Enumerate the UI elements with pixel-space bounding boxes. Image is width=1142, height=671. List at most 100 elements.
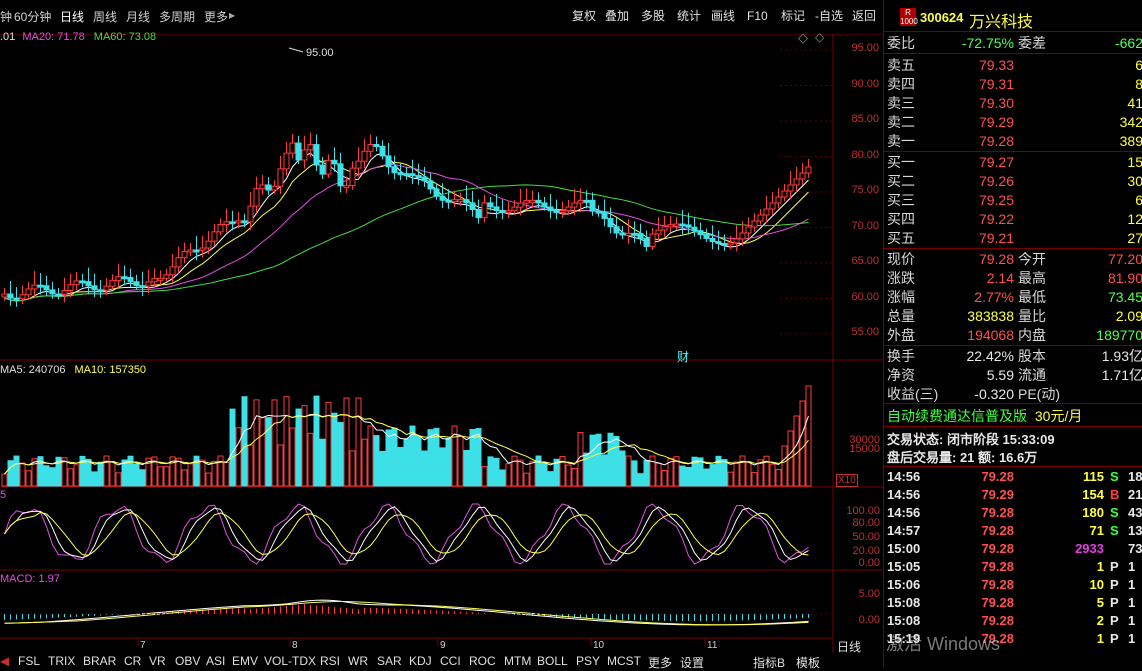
tick-side: S (1110, 469, 1119, 484)
bid-volume: 15 (1127, 154, 1142, 170)
quote-panel: R 1000 300624 万兴科技 委比 -72.75% 委差 -662 卖五 7… (883, 0, 1142, 668)
candle-body (133, 281, 140, 287)
volume-bar (613, 435, 620, 487)
back-button[interactable]: 返回 (852, 6, 876, 26)
candle-body (361, 150, 368, 162)
ask-price: 79.31 (978, 76, 1014, 92)
tick-row[interactable]: 15:05 79.28 1 P 1 (884, 558, 1142, 576)
tab-trix[interactable]: TRIX (48, 654, 75, 668)
fund-value: 22.42% (966, 348, 1014, 364)
watchlist-button[interactable]: -自选 (815, 6, 843, 26)
period-weekly[interactable]: 周线 (93, 8, 117, 25)
candle-body (553, 210, 560, 214)
tick-row[interactable]: 15:06 79.28 10 P 1 (884, 576, 1142, 594)
tab-sar[interactable]: SAR (377, 654, 402, 668)
fund-label: PE(动) (1018, 386, 1060, 402)
candle-body (805, 166, 812, 174)
tab-kdj[interactable]: KDJ (409, 654, 432, 668)
candle-body (433, 188, 440, 197)
tab-cr[interactable]: CR (124, 654, 141, 668)
candle-body (397, 172, 404, 176)
tab-vol-tdx[interactable]: VOL-TDX (264, 654, 316, 668)
tab-boll[interactable]: BOLL (537, 654, 568, 668)
candle-body (691, 226, 698, 232)
volume-bar (469, 428, 476, 487)
tab-psy[interactable]: PSY (576, 654, 600, 668)
finance-badge[interactable]: 财 (677, 348, 689, 365)
subscription-ad[interactable]: 自动续费通达信普及版 30元/月 (887, 406, 1082, 426)
ad-price[interactable]: 30元/月 (1035, 408, 1082, 424)
tab-settings[interactable]: 设置 (680, 654, 704, 671)
candle-body (307, 144, 314, 151)
tick-row[interactable]: 14:56 79.29 154 B 21 (884, 486, 1142, 504)
tab-fragment-icon[interactable]: ◀ (0, 654, 9, 668)
tab-obv[interactable]: OBV (175, 654, 200, 668)
overlay-button[interactable]: 叠加 (605, 6, 629, 26)
volume-bar (727, 471, 734, 487)
bid-price: 79.22 (978, 211, 1014, 227)
stat-label: 最低 (1018, 289, 1046, 305)
period-60min[interactable]: 60分钟 (14, 8, 51, 25)
kline-chart-area[interactable] (0, 34, 883, 653)
more-arrow-icon[interactable]: ▸ (229, 8, 235, 22)
tick-row[interactable]: 14:57 79.28 71 S 13 (884, 522, 1142, 540)
tick-row[interactable]: 15:08 79.28 2 P 1 (884, 612, 1142, 630)
order-diff-label: 委差 (1018, 35, 1046, 51)
candle-body (787, 184, 794, 192)
period-daily[interactable]: 日线 (60, 8, 84, 25)
tick-row[interactable]: 15:08 79.28 5 P 1 (884, 594, 1142, 612)
tab-emv[interactable]: EMV (232, 654, 258, 668)
tick-row[interactable]: 14:56 79.28 180 S 43 (884, 504, 1142, 522)
tab-brar[interactable]: BRAR (83, 654, 116, 668)
indicator-tabs: ◀ FSL TRIX BRAR CR VR OBV ASI EMV VOL-TD… (0, 653, 883, 671)
tick-extra: 1 (1128, 631, 1136, 646)
tab-indicator-b[interactable]: 指标B (753, 654, 785, 671)
volume-bar (781, 445, 788, 487)
tab-asi[interactable]: ASI (206, 654, 225, 668)
tick-row[interactable]: 15:00 79.28 2933 734 (884, 540, 1142, 558)
vol-ma5-label: MA5: 240706 (0, 364, 66, 376)
multi-stock-button[interactable]: 多股 (641, 6, 665, 26)
tick-row[interactable]: 14:56 79.28 115 S 18 (884, 468, 1142, 486)
tab-more[interactable]: 更多 (648, 654, 672, 671)
tick-price: 79.28 (981, 505, 1014, 520)
tab-mtm[interactable]: MTM (504, 654, 531, 668)
ma60-label: MA60: 73.08 (93, 31, 157, 43)
candle-body (301, 149, 308, 161)
volume-bar (283, 396, 290, 487)
tab-roc[interactable]: ROC (469, 654, 496, 668)
volume-bar (769, 463, 776, 487)
volume-bar (127, 455, 134, 487)
tab-wr[interactable]: WR (348, 654, 368, 668)
period-fragment[interactable]: 钟 (0, 8, 12, 25)
adjust-button[interactable]: 复权 (572, 6, 596, 26)
tab-mcst[interactable]: MCST (607, 654, 641, 668)
volume-bar (685, 466, 692, 487)
tab-vr[interactable]: VR (149, 654, 166, 668)
tab-cci[interactable]: CCI (440, 654, 461, 668)
draw-line-button[interactable]: 画线 (711, 6, 735, 26)
ask-price: 79.30 (978, 95, 1014, 111)
collapse-icon[interactable]: ◇ (815, 30, 824, 44)
tab-template[interactable]: 模板 (796, 654, 820, 671)
candle-body (655, 229, 662, 235)
ma-prefix: .01 (0, 31, 16, 43)
candle-body (409, 173, 416, 177)
tick-side: S (1110, 505, 1119, 520)
bid-volume: 30 (1127, 173, 1142, 189)
period-multi[interactable]: 多周期 (159, 8, 195, 25)
ask-volume: 389 (1119, 133, 1142, 149)
candle-body (643, 237, 650, 247)
diamond-icon[interactable]: ◇ (798, 30, 808, 46)
candle-body (415, 175, 422, 179)
mark-button[interactable]: 标记 (781, 6, 805, 26)
tab-fsl[interactable]: FSL (18, 654, 40, 668)
ad-text[interactable]: 自动续费通达信普及版 (887, 408, 1027, 424)
volume-bar (655, 462, 662, 487)
bid-volume: 12 (1127, 211, 1142, 227)
period-monthly[interactable]: 月线 (126, 8, 150, 25)
f10-button[interactable]: F10 (747, 6, 768, 26)
statistics-button[interactable]: 统计 (677, 6, 701, 26)
tab-rsi[interactable]: RSI (320, 654, 340, 668)
period-more[interactable]: 更多 (204, 8, 228, 25)
